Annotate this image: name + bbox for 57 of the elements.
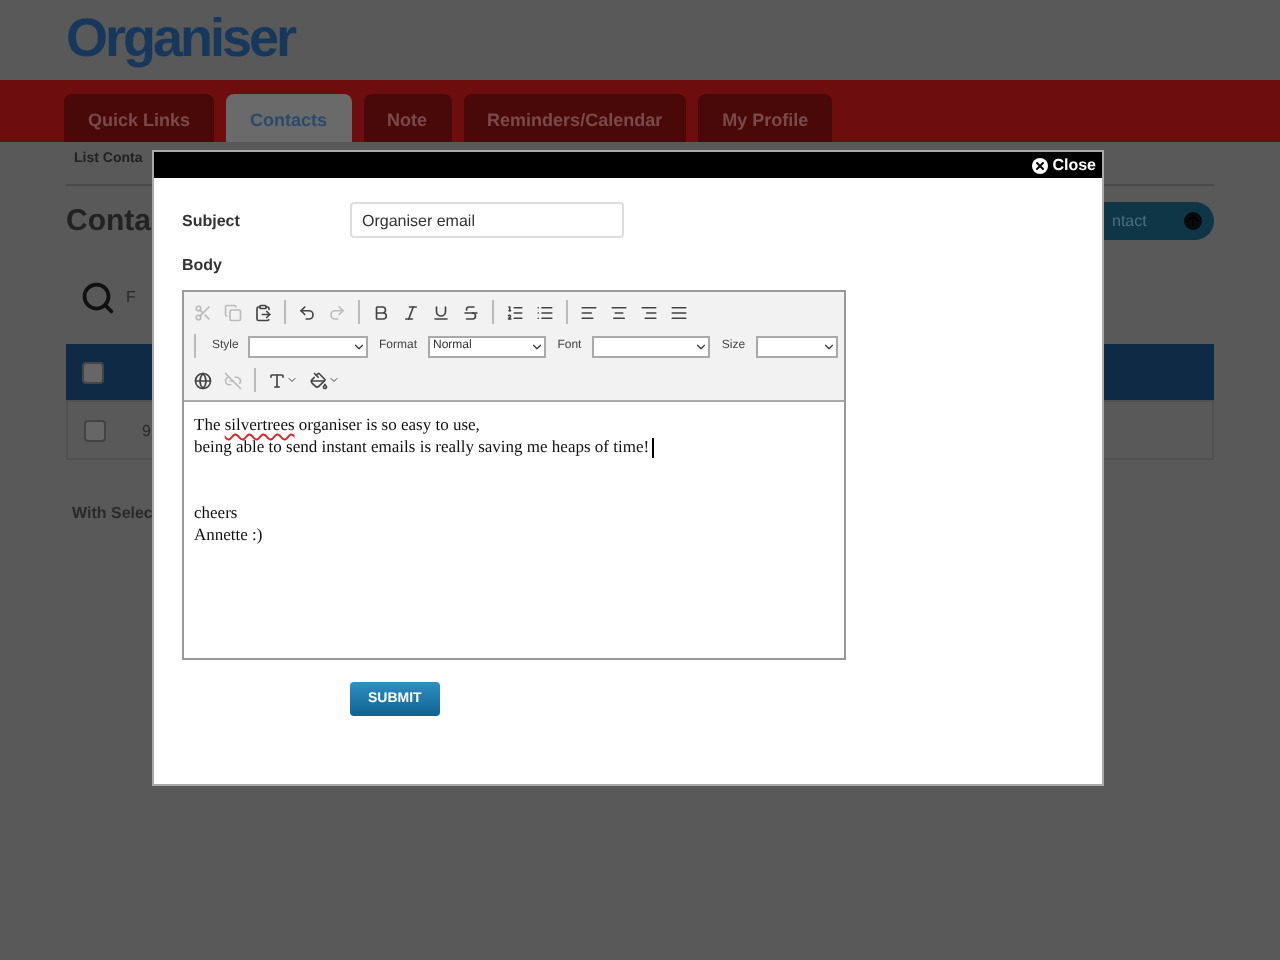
undo-icon (298, 303, 316, 321)
link-icon (194, 371, 212, 389)
underline-icon (432, 303, 450, 321)
left-icon (580, 303, 598, 321)
caret-icon (328, 374, 340, 386)
nav-tab[interactable]: Quick Links (64, 94, 215, 142)
right-icon (640, 303, 658, 321)
ulist-icon (536, 303, 554, 321)
strike-icon (462, 303, 480, 321)
copy-icon (224, 303, 242, 321)
bgcolor-icon (310, 371, 328, 389)
bgcolor-button[interactable] (306, 369, 344, 391)
link-button[interactable] (190, 369, 216, 391)
justify-icon (670, 303, 688, 321)
olist-button[interactable] (502, 301, 528, 323)
redo-icon (328, 303, 346, 321)
select-all-checkbox[interactable] (82, 361, 104, 383)
unlink-icon (224, 371, 242, 389)
center-icon (610, 303, 628, 321)
search-icon[interactable] (80, 279, 116, 315)
center-button[interactable] (606, 301, 632, 323)
textcolor-icon (268, 371, 286, 389)
row-checkbox[interactable] (84, 419, 106, 441)
caret-icon (693, 339, 708, 353)
bold-icon (372, 303, 390, 321)
undo-button[interactable] (294, 301, 320, 323)
logo: Organiser (64, 6, 295, 72)
nav-tab[interactable]: Note (363, 94, 452, 142)
paste-button[interactable] (250, 301, 276, 323)
subject-field[interactable]: Organiser email (350, 202, 624, 238)
caret-icon (286, 374, 298, 386)
left-button[interactable] (576, 301, 602, 323)
body-text-line: The silvertrees organiser is so easy to use, (194, 414, 480, 436)
caret-icon (821, 339, 836, 353)
message-body[interactable]: The silvertrees organiser is so easy to use, being able to send instant emails is really saving me heaps of time! cheers Annette :) (184, 402, 844, 658)
textcolor-button[interactable] (264, 369, 302, 391)
nav-tab[interactable]: Contacts (226, 94, 352, 142)
olist-icon (506, 303, 524, 321)
body-label: Body (182, 256, 224, 274)
close-button[interactable]: Close (1032, 152, 1096, 178)
justify-button[interactable] (666, 301, 692, 323)
close-icon (1032, 157, 1049, 173)
underline-button[interactable] (428, 301, 454, 323)
nav-tab[interactable]: Reminders/Calendar (463, 94, 687, 142)
right-button[interactable] (636, 301, 662, 323)
cut-icon (194, 303, 212, 321)
body-text-line: Annette :) (194, 524, 263, 546)
caret-icon (351, 339, 365, 353)
nav-tab[interactable]: My Profile (698, 94, 833, 142)
paste-icon (254, 303, 272, 321)
caret-icon (529, 339, 544, 353)
page-title: Conta (66, 204, 151, 238)
italic-icon (402, 303, 420, 321)
subject-label: Subject (182, 211, 242, 229)
strike-button[interactable] (458, 301, 484, 323)
body-text-line: being able to send instant emails is really saving me heaps of time! (194, 436, 650, 458)
body-text-line: cheers (194, 502, 238, 524)
